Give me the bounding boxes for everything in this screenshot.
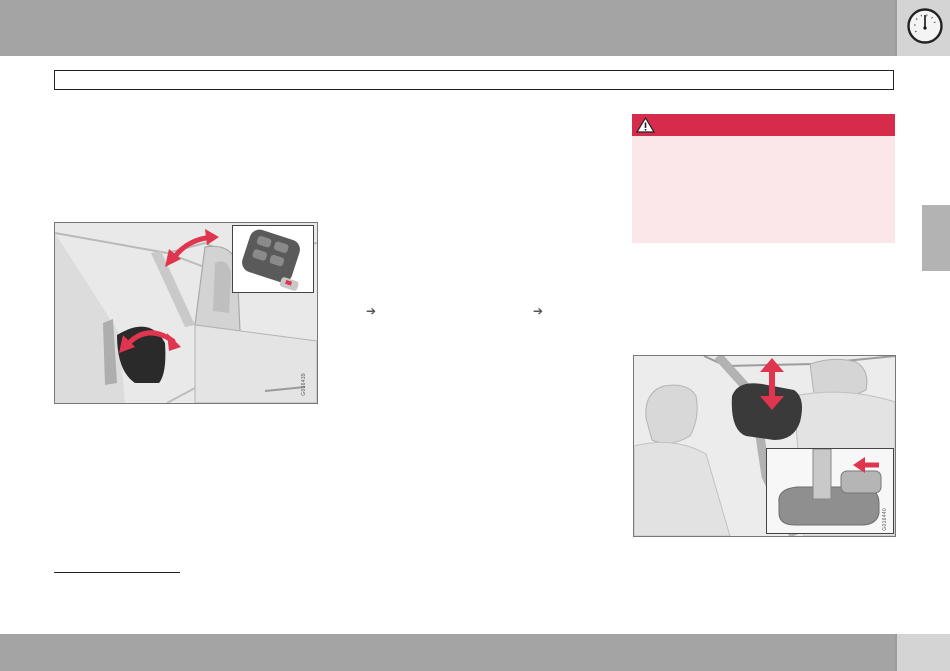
- warning-header: [632, 114, 895, 136]
- remote-key-icon: [242, 229, 300, 291]
- chapter-tab: [922, 205, 950, 271]
- release-button-illustration: [767, 449, 893, 533]
- headrest-figure: G016440: [633, 355, 896, 537]
- speedometer-icon: [907, 8, 943, 44]
- figure-code: G016439: [301, 373, 307, 396]
- section-heading-box: [54, 70, 894, 90]
- mirror-fold-figure: G016439: [54, 222, 318, 404]
- inline-arrow-icon: ➔: [533, 304, 544, 318]
- inline-arrow-icon: ➔: [366, 304, 377, 318]
- headrest-release-inset: [766, 448, 894, 534]
- footer-bar: [0, 634, 895, 671]
- warning-box: [632, 114, 895, 243]
- page-number-box: [897, 634, 950, 671]
- remote-key-inset: [232, 225, 314, 293]
- warning-triangle-icon: [636, 117, 655, 133]
- footnote-rule: [54, 572, 180, 573]
- header-title-bar: [0, 0, 895, 56]
- figure-code: G016440: [882, 508, 888, 531]
